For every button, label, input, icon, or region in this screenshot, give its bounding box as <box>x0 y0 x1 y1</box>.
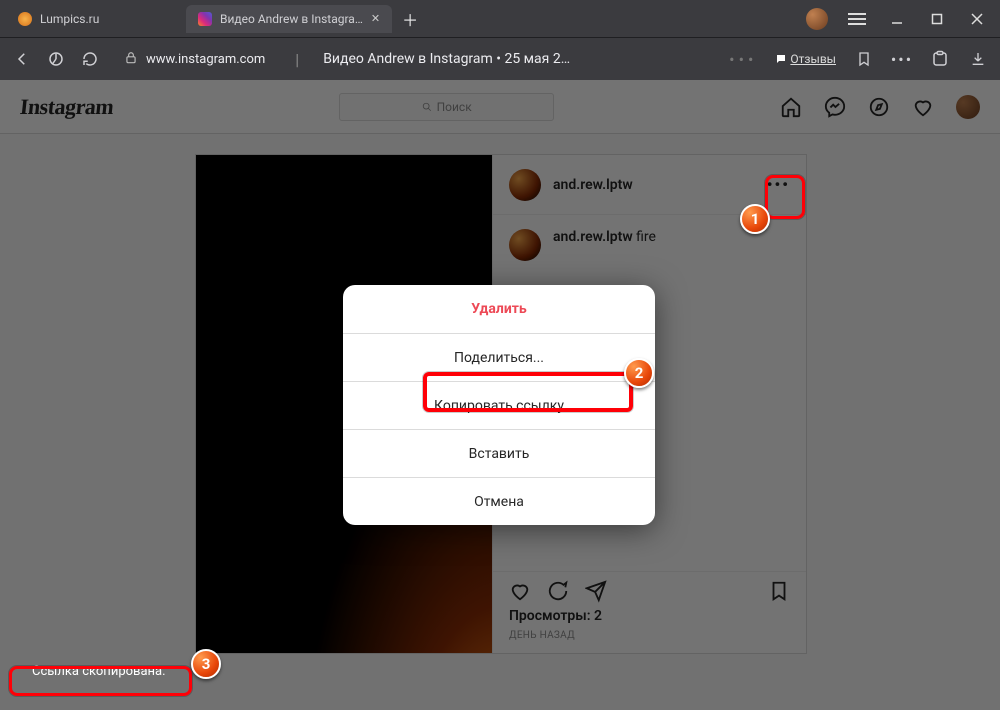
window-maximize-button[interactable] <box>926 13 948 25</box>
post-options-modal: Удалить Поделиться... Копировать ссылку … <box>343 285 655 525</box>
profile-avatar[interactable] <box>956 95 980 119</box>
back-button[interactable] <box>12 49 32 69</box>
close-tab-icon[interactable]: ✕ <box>371 12 380 25</box>
reviews-button[interactable]: Отзывы <box>775 52 836 66</box>
tab-lumpics[interactable]: Lumpics.ru <box>6 5 186 33</box>
post-caption: and.rew.lptw fire <box>509 229 790 261</box>
bookmark-button[interactable] <box>854 49 874 69</box>
address-bar[interactable]: www.instagram.com <box>114 45 275 73</box>
new-tab-button[interactable]: ＋ <box>396 5 424 33</box>
title-separator: | <box>295 50 299 69</box>
reload-button[interactable] <box>80 49 100 69</box>
reviews-label: Отзывы <box>790 52 836 66</box>
share-button[interactable] <box>585 580 607 602</box>
search-input[interactable]: Поиск <box>339 93 554 121</box>
caption-avatar[interactable] <box>509 229 541 261</box>
window-minimize-button[interactable] <box>886 13 908 25</box>
post-header: and.rew.lptw ••• <box>493 155 806 215</box>
author-username[interactable]: and.rew.lptw <box>553 177 633 193</box>
profile-avatar[interactable] <box>806 8 828 30</box>
search-placeholder: Поиск <box>437 100 472 114</box>
browser-chrome: Lumpics.ru Видео Andrew в Instagra… ✕ ＋ <box>0 0 1000 80</box>
like-button[interactable] <box>509 580 531 602</box>
post-options-button[interactable]: ••• <box>767 175 790 194</box>
modal-cancel-option[interactable]: Отмена <box>343 477 655 525</box>
post-actions: Просмотры: 2 ДЕНЬ НАЗАД <box>493 571 806 653</box>
tab-favicon <box>198 12 212 26</box>
downloads-button[interactable] <box>968 49 988 69</box>
messenger-icon[interactable] <box>824 96 846 118</box>
caption-username[interactable]: and.rew.lptw <box>553 229 633 245</box>
modal-share-option[interactable]: Поделиться... <box>343 333 655 381</box>
window-close-button[interactable] <box>966 13 988 25</box>
browser-menu-button[interactable] <box>848 13 866 25</box>
browser-nav-bar: www.instagram.com | Видео Andrew в Insta… <box>0 38 1000 80</box>
lock-icon <box>124 50 138 69</box>
search-icon <box>422 102 432 112</box>
extensions-more-button[interactable]: ••• <box>892 49 912 69</box>
activity-heart-icon[interactable] <box>912 96 934 118</box>
url-text: www.instagram.com <box>146 52 265 67</box>
comment-button[interactable] <box>547 580 569 602</box>
caption-text: fire <box>636 229 656 245</box>
author-avatar[interactable] <box>509 169 541 201</box>
history-separator: ••• <box>729 50 757 69</box>
page-title: Видео Andrew в Instagram • 25 мая 2… <box>323 51 715 67</box>
tab-strip: Lumpics.ru Видео Andrew в Instagra… ✕ ＋ <box>0 0 1000 38</box>
instagram-header: Instagram Поиск <box>0 80 1000 134</box>
post-time: ДЕНЬ НАЗАД <box>509 630 790 641</box>
views-count[interactable]: Просмотры: 2 <box>509 608 790 624</box>
instagram-logo[interactable]: Instagram <box>19 94 115 120</box>
tab-label: Lumpics.ru <box>40 12 99 26</box>
modal-copy-link-option[interactable]: Копировать ссылку <box>343 381 655 429</box>
collections-button[interactable] <box>930 49 950 69</box>
modal-embed-option[interactable]: Вставить <box>343 429 655 477</box>
explore-icon[interactable] <box>868 96 890 118</box>
tab-favicon <box>18 12 32 26</box>
save-button[interactable] <box>768 580 790 602</box>
modal-delete-option[interactable]: Удалить <box>343 285 655 333</box>
home-icon[interactable] <box>780 96 802 118</box>
tab-instagram[interactable]: Видео Andrew в Instagra… ✕ <box>186 5 392 33</box>
tab-label: Видео Andrew в Instagra… <box>220 12 363 26</box>
yandex-services-button[interactable] <box>46 49 66 69</box>
copied-snackbar: Ссылка скопирована. <box>20 658 178 685</box>
